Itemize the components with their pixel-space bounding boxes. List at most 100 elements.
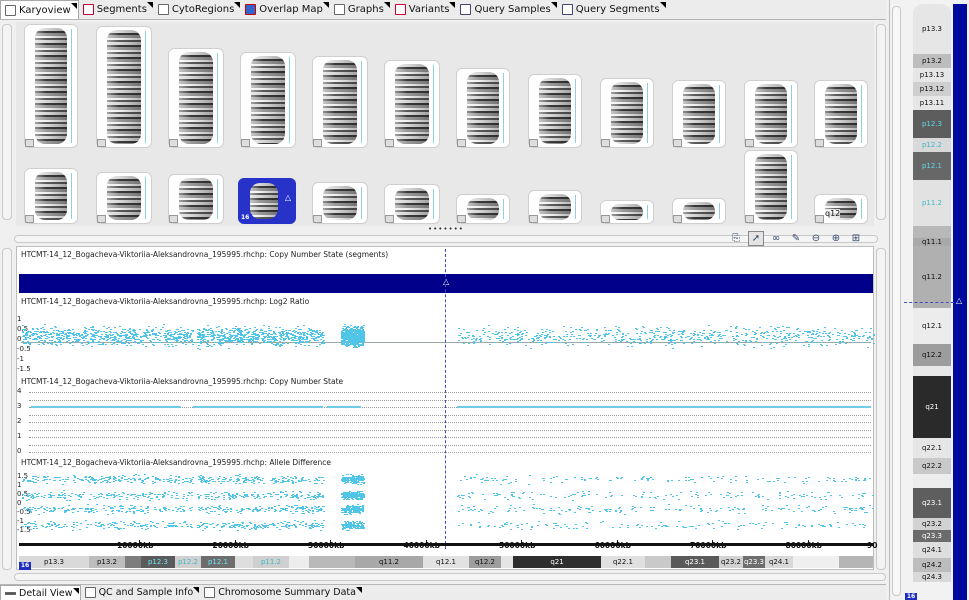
ideogram-band[interactable] (645, 556, 671, 568)
chromosome-x[interactable] (744, 150, 798, 224)
ideogram-band[interactable]: q22.1 (601, 556, 645, 568)
tab-cytoregions[interactable]: CytoRegions (154, 0, 241, 19)
chromosome-8[interactable] (528, 74, 582, 148)
ideogram-band[interactable]: q23.2 (719, 556, 743, 568)
tab-menu-arrow-icon[interactable] (550, 2, 557, 8)
ideogram-band[interactable]: p11.2 (253, 556, 289, 568)
chromosome-7[interactable] (456, 68, 510, 148)
chromosome-11[interactable] (744, 80, 798, 148)
overview-band: p13.2 (913, 54, 951, 68)
cn-segment-bar[interactable]: △ (19, 274, 873, 293)
zoom-in-icon[interactable]: ⊕ (828, 231, 844, 246)
tab-qc-sample-info[interactable]: QC and Sample Info (81, 585, 201, 600)
chromosome-6[interactable] (384, 60, 440, 148)
overview-band: p13.3 (913, 4, 951, 54)
chromosome-5[interactable] (312, 56, 368, 148)
chromosome-20[interactable] (528, 190, 582, 224)
detail-horizontal-scrollbar[interactable] (14, 573, 886, 581)
tab-menu-arrow-icon[interactable] (193, 587, 200, 593)
cn-gridline (29, 437, 871, 438)
overview-band (913, 226, 951, 238)
ideogram-band[interactable]: p12.2 (175, 556, 201, 568)
chromosome-10[interactable] (672, 80, 726, 148)
ideogram-band[interactable]: q12.2 (469, 556, 501, 568)
link-icon[interactable]: ∞ (768, 231, 784, 246)
ideogram-band[interactable] (839, 556, 873, 568)
chromosome-y[interactable]: q12 (814, 194, 868, 224)
cursor-marker-icon: △ (443, 277, 450, 286)
chromosome-13[interactable] (24, 168, 78, 224)
karyoview-right-scrollbar[interactable] (876, 24, 886, 220)
tab-menu-arrow-icon[interactable] (234, 2, 241, 8)
ideogram-band[interactable] (793, 556, 839, 568)
pointer-tool-icon[interactable]: ➚ (748, 231, 764, 246)
tab-query-samples[interactable]: Query Samples (456, 0, 557, 19)
overview-scrollbar[interactable] (892, 6, 901, 596)
tab-menu-arrow-icon[interactable] (383, 2, 390, 8)
detail-left-scrollbar[interactable] (2, 248, 12, 570)
ideogram-band[interactable]: q21 (513, 556, 601, 568)
ideogram-band[interactable]: q11.2 (355, 556, 423, 568)
tab-menu-arrow-icon[interactable] (355, 587, 362, 593)
chromosome-19[interactable] (456, 194, 510, 224)
selection-marker-icon: △ (284, 193, 291, 202)
tab-graphs[interactable]: Graphs (330, 0, 391, 19)
chromosome-22[interactable] (672, 198, 726, 224)
tab-karyoview[interactable]: Karyoview (0, 0, 79, 19)
fit-view-icon[interactable]: ⊞ (848, 231, 864, 246)
chromosome-17[interactable] (312, 182, 368, 224)
ideogram-band[interactable]: q23.3 (743, 556, 765, 568)
chromosome-14[interactable] (96, 172, 152, 224)
ideogram-band[interactable]: p13.2 (89, 556, 125, 568)
ideogram-band[interactable]: q12.1 (423, 556, 469, 568)
cn-state-segment (31, 406, 181, 408)
graphs-icon (333, 4, 345, 15)
tab-variants[interactable]: Variants (391, 0, 457, 19)
ideogram-band[interactable] (235, 556, 253, 568)
chromosome-ideogram[interactable]: p13.3 p13.2 p12.3 p12.2 p12.1 p11.2 q11.2 q12.1… (19, 556, 873, 568)
chromosome-1[interactable] (24, 24, 78, 148)
export-icon[interactable]: ⎘ (728, 231, 744, 246)
tab-detail-view[interactable]: Detail View (0, 585, 81, 600)
variants-icon (394, 4, 406, 15)
chromosome-15[interactable] (168, 174, 224, 224)
ideogram-band[interactable]: q24.1 (765, 556, 793, 568)
cytoregions-icon (157, 4, 169, 15)
cn-gridline (29, 392, 871, 393)
ideogram-band[interactable]: p12.3 (141, 556, 175, 568)
ideogram-band[interactable] (309, 556, 355, 568)
detail-right-scrollbar[interactable] (876, 248, 886, 570)
cn-ylabel: 2 (17, 417, 22, 425)
chromosome-4[interactable] (240, 52, 296, 148)
ideogram-band[interactable]: p12.1 (201, 556, 235, 568)
tab-segments[interactable]: Segments (79, 0, 154, 19)
splitter-grip[interactable]: ••••••• (428, 225, 464, 233)
log2-track-title: HTCMT-14_12_Bogacheva-Viktoriia-Aleksand… (21, 297, 310, 306)
chromosome-16-selected[interactable]: △ 16 (238, 178, 296, 224)
ideogram-band[interactable] (125, 556, 141, 568)
zoom-out-icon[interactable]: ⊖ (808, 231, 824, 246)
ideogram-band[interactable]: q23.1 (671, 556, 719, 568)
tab-query-segments[interactable]: Query Segments (558, 0, 667, 19)
tab-menu-arrow-icon[interactable] (322, 2, 329, 8)
chromosome-12[interactable] (814, 80, 868, 148)
chromosome-9[interactable] (600, 78, 654, 148)
tab-chromosome-summary-data[interactable]: Chromosome Summary Data (200, 585, 363, 600)
chromosome-3[interactable] (168, 48, 224, 148)
tab-menu-arrow-icon[interactable] (70, 3, 77, 9)
chromosome-18[interactable] (384, 184, 440, 224)
tab-menu-arrow-icon[interactable] (449, 2, 456, 8)
karyoview-left-scrollbar[interactable] (2, 24, 12, 220)
tab-menu-arrow-icon[interactable] (659, 2, 666, 8)
tab-menu-arrow-icon[interactable] (146, 2, 153, 8)
chromosome-2[interactable] (96, 26, 152, 148)
tab-menu-arrow-icon[interactable] (72, 588, 79, 594)
chromosome-16-number: 16 (240, 214, 252, 222)
overlap-map-icon (245, 4, 257, 15)
position-cursor-line[interactable] (445, 249, 446, 549)
ideogram-band[interactable] (501, 556, 513, 568)
chromosome-21[interactable] (600, 200, 654, 224)
ideogram-band[interactable] (289, 556, 309, 568)
tab-overlap-map[interactable]: Overlap Map (241, 0, 330, 19)
edit-icon[interactable]: ✎ (788, 231, 804, 246)
